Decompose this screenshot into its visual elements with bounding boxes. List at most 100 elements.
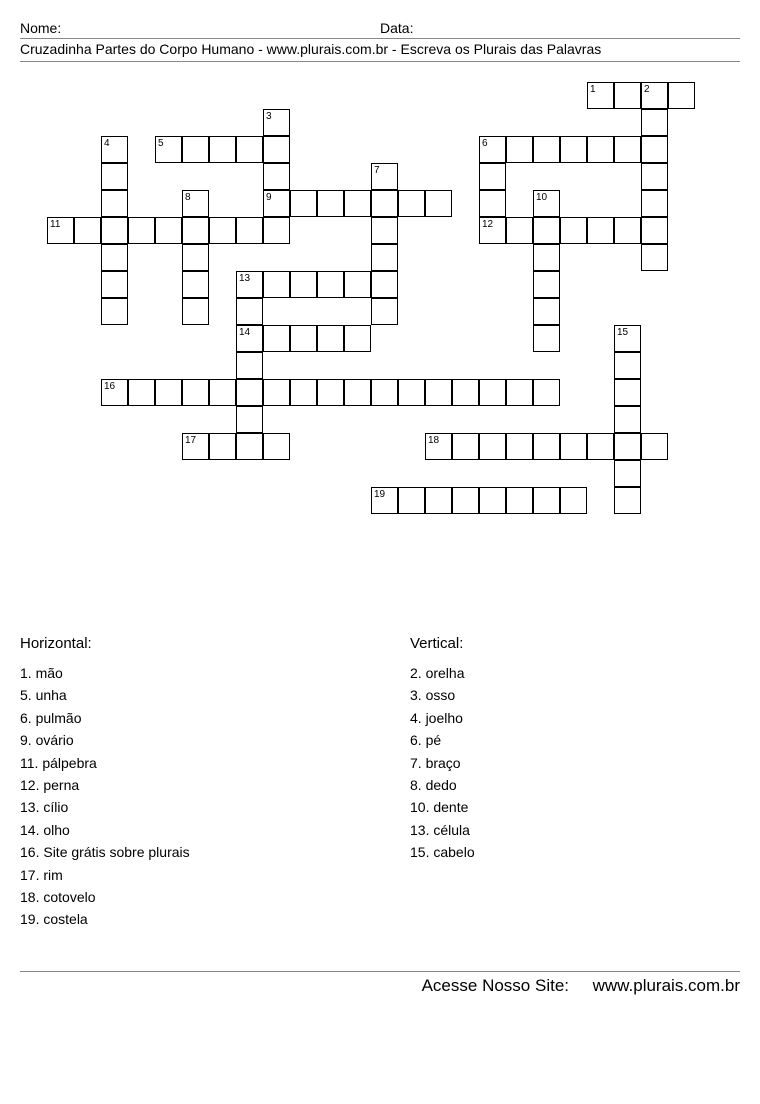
cell[interactable] (344, 271, 371, 298)
cell[interactable] (506, 136, 533, 163)
name-field[interactable]: Nome: (20, 20, 380, 36)
cell[interactable] (317, 271, 344, 298)
cell[interactable] (533, 379, 560, 406)
cell[interactable] (560, 433, 587, 460)
cell[interactable]: 6 (479, 136, 506, 163)
cell[interactable] (236, 352, 263, 379)
cell[interactable] (614, 487, 641, 514)
cell[interactable] (641, 244, 668, 271)
cell[interactable] (641, 136, 668, 163)
cell[interactable]: 11 (47, 217, 74, 244)
cell[interactable] (479, 379, 506, 406)
cell[interactable] (182, 379, 209, 406)
cell[interactable] (641, 109, 668, 136)
cell[interactable] (506, 433, 533, 460)
cell[interactable] (290, 325, 317, 352)
cell[interactable] (263, 271, 290, 298)
cell[interactable] (371, 217, 398, 244)
cell[interactable] (452, 487, 479, 514)
cell[interactable] (263, 163, 290, 190)
cell[interactable] (587, 433, 614, 460)
cell[interactable]: 14 (236, 325, 263, 352)
cell[interactable] (263, 325, 290, 352)
cell[interactable] (101, 217, 128, 244)
cell[interactable] (614, 433, 641, 460)
cell[interactable] (371, 190, 398, 217)
cell[interactable] (668, 82, 695, 109)
cell[interactable] (587, 217, 614, 244)
cell[interactable] (155, 379, 182, 406)
cell[interactable] (74, 217, 101, 244)
cell[interactable] (236, 298, 263, 325)
cell[interactable]: 10 (533, 190, 560, 217)
cell[interactable] (101, 244, 128, 271)
cell[interactable] (614, 379, 641, 406)
cell[interactable] (101, 163, 128, 190)
cell[interactable] (479, 190, 506, 217)
cell[interactable]: 19 (371, 487, 398, 514)
cell[interactable]: 15 (614, 325, 641, 352)
cell[interactable] (560, 217, 587, 244)
cell[interactable] (533, 433, 560, 460)
cell[interactable] (452, 379, 479, 406)
cell[interactable] (182, 244, 209, 271)
cell[interactable] (317, 190, 344, 217)
cell[interactable] (317, 325, 344, 352)
cell[interactable] (371, 298, 398, 325)
cell[interactable] (398, 487, 425, 514)
cell[interactable] (344, 190, 371, 217)
cell[interactable] (101, 190, 128, 217)
cell[interactable] (155, 217, 182, 244)
cell[interactable] (479, 163, 506, 190)
cell[interactable]: 1 (587, 82, 614, 109)
cell[interactable] (506, 379, 533, 406)
cell[interactable] (533, 298, 560, 325)
cell[interactable]: 2 (641, 82, 668, 109)
cell[interactable]: 8 (182, 190, 209, 217)
cell[interactable] (614, 352, 641, 379)
cell[interactable] (209, 379, 236, 406)
cell[interactable] (533, 325, 560, 352)
cell[interactable] (182, 217, 209, 244)
cell[interactable] (587, 136, 614, 163)
cell[interactable] (128, 217, 155, 244)
cell[interactable] (290, 271, 317, 298)
cell[interactable] (317, 379, 344, 406)
cell[interactable] (101, 298, 128, 325)
cell[interactable] (263, 433, 290, 460)
cell[interactable]: 9 (263, 190, 290, 217)
cell[interactable] (614, 217, 641, 244)
cell[interactable] (641, 217, 668, 244)
cell[interactable] (479, 487, 506, 514)
cell[interactable] (236, 217, 263, 244)
cell[interactable] (398, 190, 425, 217)
cell[interactable] (344, 379, 371, 406)
cell[interactable] (182, 136, 209, 163)
cell[interactable] (209, 217, 236, 244)
cell[interactable] (236, 433, 263, 460)
cell[interactable] (398, 379, 425, 406)
cell[interactable] (290, 379, 317, 406)
cell[interactable]: 12 (479, 217, 506, 244)
cell[interactable] (533, 271, 560, 298)
cell[interactable] (614, 460, 641, 487)
cell[interactable] (614, 82, 641, 109)
cell[interactable] (371, 244, 398, 271)
cell[interactable] (452, 433, 479, 460)
cell[interactable] (614, 406, 641, 433)
cell[interactable] (101, 271, 128, 298)
cell[interactable] (641, 190, 668, 217)
cell[interactable]: 18 (425, 433, 452, 460)
cell[interactable] (263, 136, 290, 163)
cell[interactable] (290, 190, 317, 217)
cell[interactable] (209, 433, 236, 460)
cell[interactable] (641, 163, 668, 190)
cell[interactable]: 3 (263, 109, 290, 136)
date-field[interactable]: Data: (380, 20, 740, 36)
cell[interactable] (236, 406, 263, 433)
cell[interactable] (533, 136, 560, 163)
cell[interactable] (506, 487, 533, 514)
cell[interactable] (371, 379, 398, 406)
cell[interactable] (182, 298, 209, 325)
cell[interactable]: 16 (101, 379, 128, 406)
